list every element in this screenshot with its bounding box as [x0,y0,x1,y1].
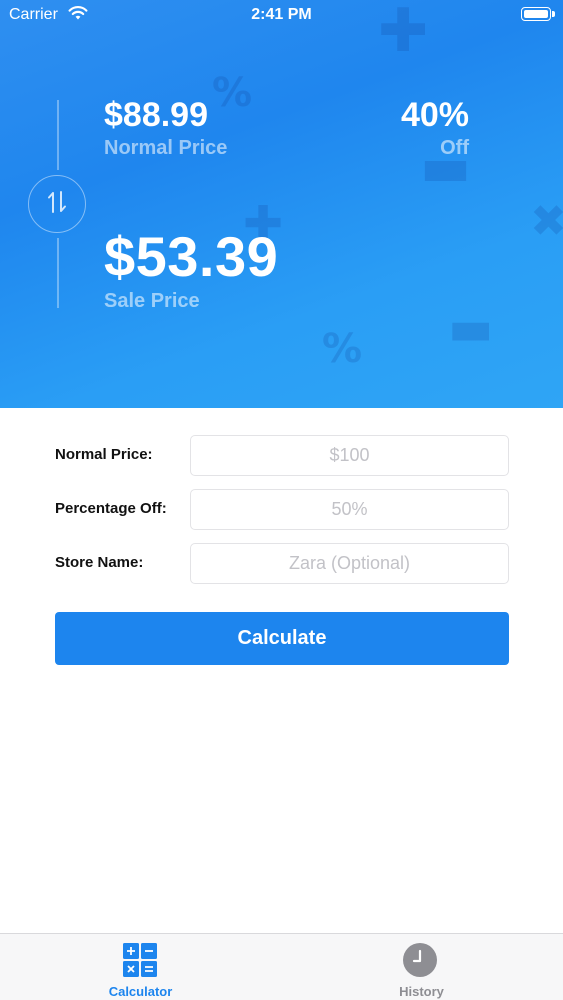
store-name-field-label: Store Name: [55,554,144,571]
status-bar: Carrier 2:41 PM [0,0,563,30]
percentage-off-row: Percentage Off: [55,489,509,531]
times-bg-icon: ✖ [530,196,563,247]
percentage-off-input[interactable] [190,489,509,530]
normal-price-row: Normal Price: [55,435,509,477]
sale-price-label: Sale Price [104,290,200,312]
swap-button[interactable] [28,175,86,233]
tab-bar: Calculator History [0,933,563,1000]
calculate-button[interactable]: Calculate [55,612,509,665]
normal-price-label: Normal Price [104,137,228,159]
sale-price-value: $53.39 [104,225,279,288]
status-time: 2:41 PM [251,6,312,23]
store-name-row: Store Name: [55,543,509,585]
tab-calculator[interactable]: Calculator [0,934,281,1000]
tab-history-label: History [399,984,444,999]
percent-off-label: Off [440,137,469,159]
normal-price-input[interactable] [190,435,509,476]
minus-bg-icon: ▬ [448,300,494,356]
percent-bg-icon: % [322,326,363,372]
clock-icon [403,943,437,977]
normal-price-field-label: Normal Price: [55,446,153,463]
percent-off-value: 40% [400,96,469,134]
swap-arrows-icon [46,189,68,220]
normal-price-value: $88.99 [104,96,208,134]
calculator-icon [123,943,157,977]
percentage-off-field-label: Percentage Off: [55,500,167,517]
percent-bg-icon: % [212,70,253,116]
store-name-input[interactable] [190,543,509,584]
battery-icon [521,7,555,21]
tab-history[interactable]: History [281,934,562,1000]
hero-summary: ✚ % ▬ ✚ ✖ ▬ % Carrier 2:41 PM $88.99 Nor… [0,0,563,408]
tab-calculator-label: Calculator [108,984,173,999]
